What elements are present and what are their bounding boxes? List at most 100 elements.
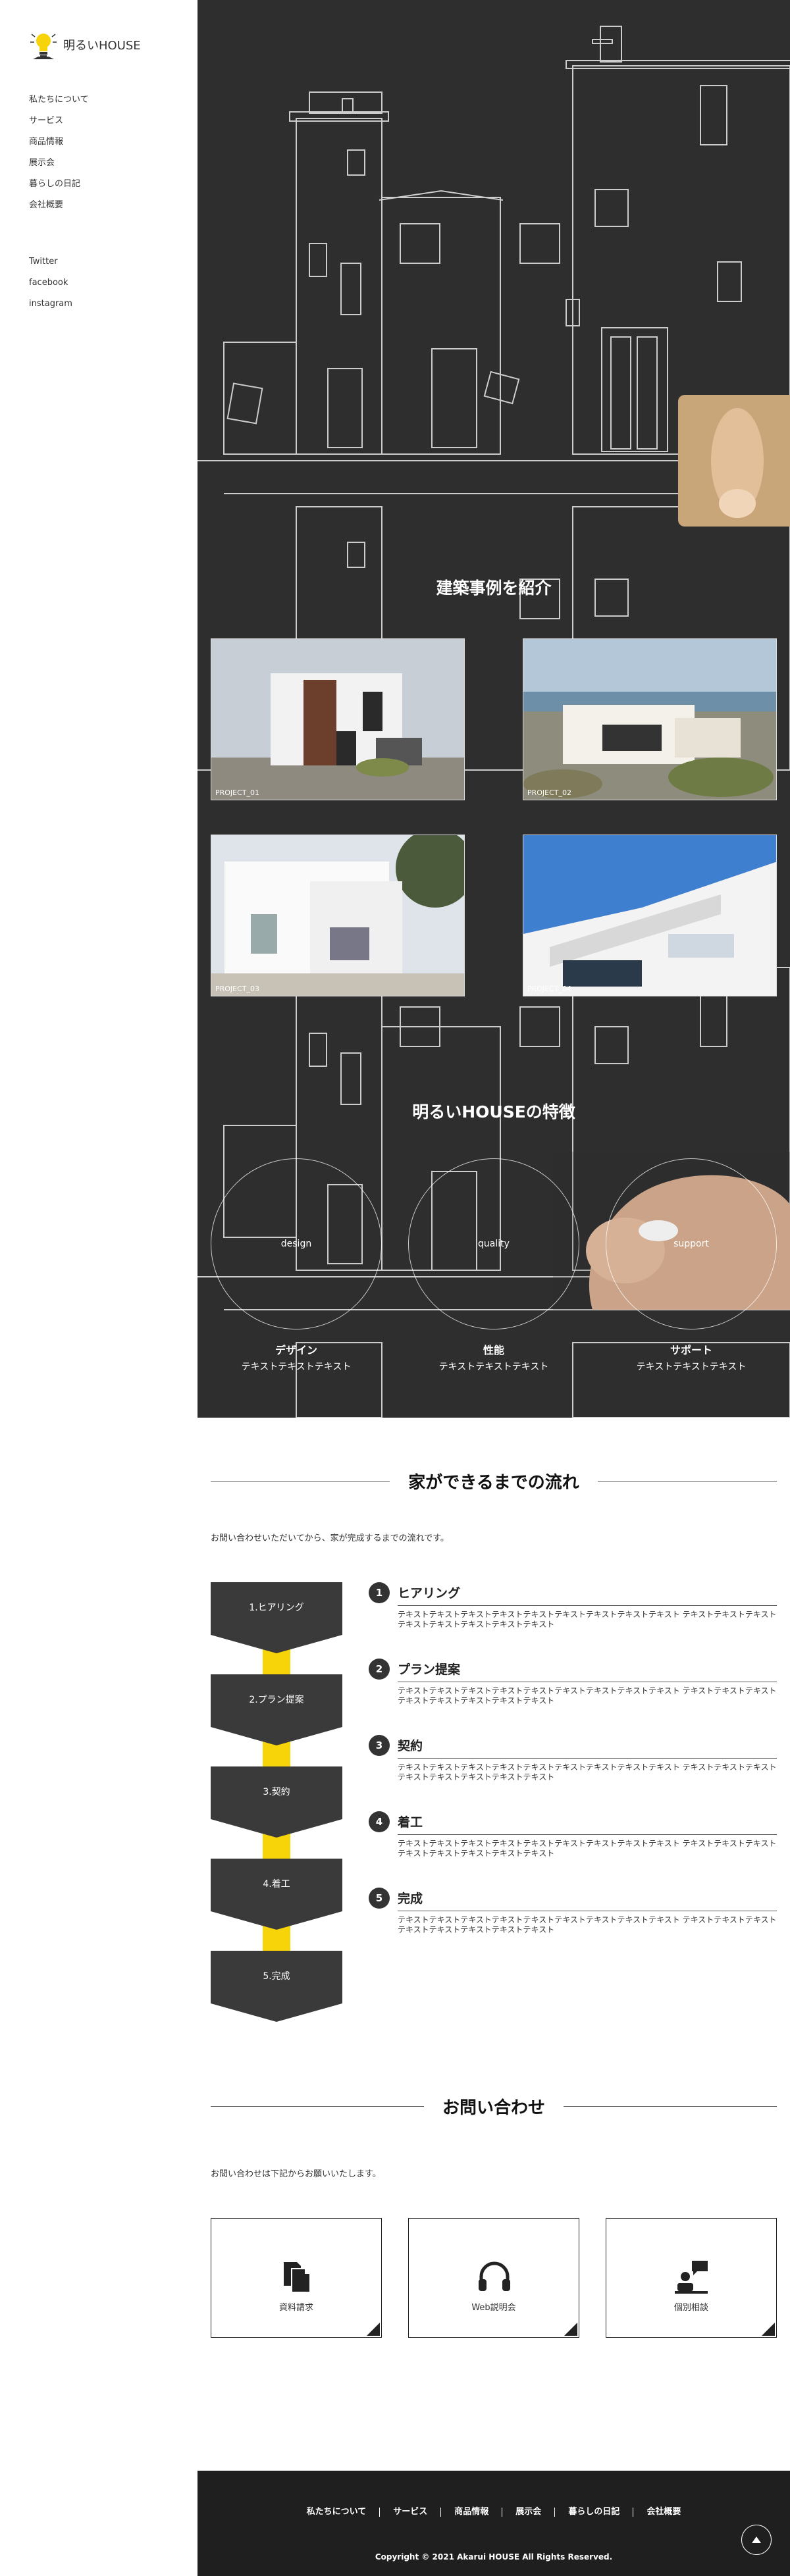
- arrow-up-icon: [752, 2537, 761, 2543]
- consult-icon: [675, 2261, 708, 2294]
- project-label: PROJECT_01: [215, 788, 260, 797]
- step-number: 1: [369, 1582, 390, 1603]
- footer-nav-products[interactable]: 商品情報: [440, 2508, 502, 2517]
- project-card-02[interactable]: PROJECT_02: [523, 638, 777, 800]
- arrow-label: 1.ヒアリング: [249, 1603, 304, 1613]
- flow-arrow-1[interactable]: 1.ヒアリング: [211, 1582, 342, 1653]
- contact-box-label: 個別相談: [673, 2303, 708, 2313]
- sns-links: Twitter facebook instagram: [29, 251, 72, 315]
- step-number: 3: [369, 1735, 390, 1756]
- feature-circle[interactable]: design: [211, 1158, 382, 1329]
- step-number: 2: [369, 1659, 390, 1680]
- step-title: 完成: [398, 1889, 777, 1911]
- contact-box-document[interactable]: 資料請求: [211, 2218, 382, 2338]
- step-text: テキストテキストテキストテキストテキストテキストテキストテキストテキスト テキス…: [398, 1686, 777, 1705]
- lightbulb-icon: [30, 34, 57, 59]
- flow-arrow-5[interactable]: 5.完成: [211, 1951, 342, 2022]
- flow-arrow-4[interactable]: 4.着工: [211, 1859, 342, 1930]
- footer-nav-exhibition[interactable]: 展示会: [502, 2508, 554, 2517]
- project-card-01[interactable]: PROJECT_01: [211, 638, 465, 800]
- step-number: 4: [369, 1811, 390, 1832]
- flow-arrow-2[interactable]: 2.プラン提案: [211, 1674, 342, 1745]
- corner-arrow-icon: [762, 2323, 775, 2336]
- feature-text: テキストテキストテキスト: [636, 1362, 747, 1372]
- project-photo: [211, 639, 464, 800]
- sns-link-instagram[interactable]: instagram: [29, 294, 72, 315]
- footer-nav: 私たちについて サービス 商品情報 展示会 暮らしの日記 会社概要: [198, 2508, 790, 2517]
- contact-box-web[interactable]: Web説明会: [408, 2218, 579, 2338]
- contact-title: お問い合わせ: [442, 2098, 546, 2118]
- flow-arrow-3[interactable]: 3.契約: [211, 1766, 342, 1838]
- project-photo: [211, 835, 464, 996]
- feature-title: サポート: [670, 1344, 712, 1356]
- heading-rule: [564, 2105, 777, 2107]
- contact-box-label: Web説明会: [471, 2303, 516, 2313]
- arrow-shape: [211, 1766, 342, 1838]
- step-number: 5: [369, 1888, 390, 1909]
- footer-nav-service[interactable]: サービス: [379, 2508, 440, 2517]
- footer-nav-diary[interactable]: 暮らしの日記: [554, 2508, 633, 2517]
- step-text: テキストテキストテキストテキストテキストテキストテキストテキストテキスト テキス…: [398, 1610, 777, 1629]
- document-icon: [284, 2262, 311, 2293]
- project-card-03[interactable]: PROJECT_03: [211, 835, 465, 996]
- project-label: PROJECT_02: [527, 788, 572, 797]
- project-label: PROJECT_03: [215, 985, 260, 993]
- nav-item-products[interactable]: 商品情報: [29, 132, 89, 153]
- footer-nav-company[interactable]: 会社概要: [633, 2508, 694, 2517]
- feature-quality: quality 性能 テキストテキストテキスト: [408, 1158, 579, 1373]
- arrow-label: 3.契約: [263, 1787, 290, 1797]
- feature-title: 性能: [483, 1344, 504, 1356]
- contact-heading: お問い合わせ: [211, 2093, 777, 2119]
- step-text: テキストテキストテキストテキストテキストテキストテキストテキストテキスト テキス…: [398, 1839, 777, 1858]
- project-card-04[interactable]: PROJECT_04: [523, 835, 777, 996]
- contact-box-label: 資料請求: [278, 2303, 313, 2313]
- copyright: Copyright © 2021 Akarui HOUSE All Rights…: [375, 2552, 613, 2562]
- projects-title: 建築事例を紹介: [436, 579, 552, 598]
- arrow-shape: [211, 1859, 342, 1930]
- arrow-label: 4.着工: [263, 1879, 290, 1890]
- feature-support: support サポート テキストテキストテキスト: [606, 1158, 777, 1373]
- footer-nav-about[interactable]: 私たちについて: [294, 2508, 380, 2517]
- corner-arrow-icon: [367, 2323, 380, 2336]
- feature-circle[interactable]: support: [606, 1158, 777, 1329]
- flow-intro: お問い合わせいただいてから、家が完成するまでの流れです。: [211, 1533, 449, 1543]
- nav-item-company[interactable]: 会社概要: [29, 195, 89, 216]
- arrow-shape: [211, 1674, 342, 1745]
- heading-rule: [211, 2105, 424, 2107]
- sns-link-facebook[interactable]: facebook: [29, 272, 72, 294]
- corner-arrow-icon: [564, 2323, 577, 2336]
- feature-text: テキストテキストテキスト: [438, 1362, 549, 1372]
- flow-heading: 家ができるまでの流れ: [211, 1468, 777, 1494]
- feature-design: design デザイン テキストテキストテキスト: [211, 1158, 382, 1373]
- logo[interactable]: 明るいHOUSE: [29, 28, 141, 62]
- footer: 私たちについて サービス 商品情報 展示会 暮らしの日記 会社概要 Copyri…: [198, 2471, 790, 2576]
- main-nav: 私たちについて サービス 商品情報 展示会 暮らしの日記 会社概要: [29, 90, 89, 216]
- project-label: PROJECT_04: [527, 985, 572, 993]
- hand-finger-image: [678, 395, 790, 527]
- feature-title: デザイン: [275, 1344, 317, 1356]
- arrow-label: 5.完成: [263, 1971, 290, 1982]
- arrow-shape: [211, 1951, 342, 2022]
- features-title: 明るいHOUSEの特徴: [412, 1102, 575, 1121]
- feature-circle[interactable]: quality: [408, 1158, 579, 1329]
- logo-text: 明るいHOUSE: [63, 39, 141, 53]
- sidebar: 明るいHOUSE 私たちについて サービス 商品情報 展示会 暮らしの日記 会社…: [0, 0, 198, 395]
- flow-title: 家ができるまでの流れ: [408, 1472, 579, 1493]
- arrow-label: 2.プラン提案: [249, 1695, 304, 1705]
- nav-item-about[interactable]: 私たちについて: [29, 90, 89, 111]
- step-title: 着工: [398, 1813, 777, 1835]
- nav-item-exhibition[interactable]: 展示会: [29, 153, 89, 174]
- arrow-shape: [211, 1582, 342, 1653]
- contact-intro: お問い合わせは下記からお願いいたします。: [211, 2169, 381, 2179]
- back-to-top-button[interactable]: [741, 2525, 772, 2555]
- feature-text: テキストテキストテキスト: [241, 1362, 352, 1372]
- step-text: テキストテキストテキストテキストテキストテキストテキストテキストテキスト テキス…: [398, 1915, 777, 1934]
- nav-item-diary[interactable]: 暮らしの日記: [29, 174, 89, 195]
- project-photo: [523, 639, 776, 800]
- project-photo: [523, 835, 776, 996]
- contact-box-consult[interactable]: 個別相談: [606, 2218, 777, 2338]
- sns-link-twitter[interactable]: Twitter: [29, 251, 72, 272]
- step-title: ヒアリング: [398, 1584, 777, 1606]
- hero-chalkboard: 建築事例を紹介 PROJECT_01 PROJECT_02 PROJECT_03…: [198, 0, 790, 1418]
- nav-item-service[interactable]: サービス: [29, 111, 89, 132]
